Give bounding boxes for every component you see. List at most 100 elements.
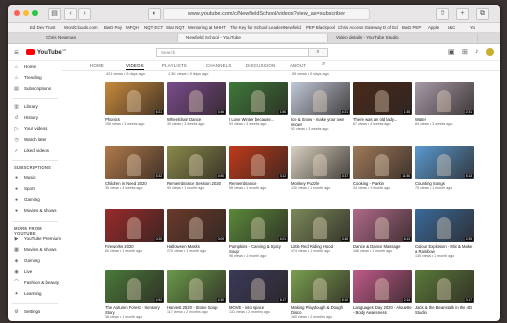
video-thumbnail[interactable]: 3:12 [229, 146, 288, 179]
tab-discussion[interactable]: DISCUSSION [246, 63, 275, 68]
tab-channels[interactable]: CHANNELS [206, 63, 232, 68]
sidebar-item-your-videos[interactable]: ▷ Your videos [14, 125, 48, 133]
minimize-window-button[interactable] [23, 10, 29, 16]
close-window-button[interactable] [14, 10, 20, 16]
video-thumbnail[interactable]: 0:20 [105, 209, 164, 242]
video-thumbnail[interactable]: 1:35 [353, 82, 412, 115]
avatar[interactable] [486, 48, 494, 56]
sidebar-item-sport[interactable]: ● Sport [14, 185, 35, 193]
video-card[interactable]: 3:09 Halloween Masks 270 views • 1 month a… [167, 209, 226, 254]
sidebar-item-movies-shows[interactable]: ● Movies & shows [14, 207, 57, 215]
video-title[interactable]: Pumpkins - Carving & Spicy Soup [229, 244, 288, 254]
sidebar-item-live[interactable]: ◉ Live [14, 268, 32, 276]
youtube-logo-icon[interactable] [26, 49, 35, 55]
sidebar-toggle-icon[interactable]: ▤ [48, 8, 61, 20]
sidebar-item-settings[interactable]: ⚙ Settings [14, 308, 40, 316]
sidebar-item-library[interactable]: ▥ Library [14, 103, 38, 111]
video-card[interactable]: 3:17 Jack & the Beanstalk in the 4D Studi… [415, 270, 474, 315]
video-thumbnail[interactable]: 5:10 [291, 270, 350, 303]
notifications-icon[interactable]: ♪ [475, 48, 479, 55]
video-thumbnail[interactable]: 6:17 [229, 270, 288, 303]
browser-tab[interactable]: Video details - YouTube Studio [328, 34, 478, 42]
video-thumbnail[interactable]: 4:50 [167, 146, 226, 179]
new-tab-icon[interactable]: + [456, 8, 469, 20]
video-title[interactable]: The Autumn Forest - Sensory Story [105, 305, 164, 315]
privacy-shield-icon[interactable]: ◐ [148, 8, 161, 20]
tab-overview-icon[interactable]: ⧉ [476, 8, 489, 20]
video-title[interactable]: Languages Day 2020 - Alouette - Body Awa… [353, 305, 412, 315]
bookmark-item[interactable]: BwD PEP [402, 25, 421, 30]
sidebar-item-watch-later[interactable]: ◷ Watch later [14, 136, 46, 144]
video-card[interactable]: 4:21 Ice & Snow - make your own snow! 92 v… [291, 82, 350, 132]
bookmark-item[interactable]: NQT ECT [144, 25, 163, 30]
video-card[interactable]: 3:37 Monkey Puzzle 130 views • 1 month ago [291, 146, 350, 191]
video-card[interactable]: 6:21 Phonics 155 views • 3 weeks ago [105, 82, 164, 127]
tab-about[interactable]: ABOUT [290, 63, 306, 68]
video-thumbnail[interactable]: 5:32 [105, 146, 164, 179]
forward-icon[interactable]: › [78, 8, 91, 20]
channel-search-icon[interactable]: ⌕ [322, 61, 326, 68]
video-thumbnail[interactable]: 4:01 [229, 209, 288, 242]
sidebar-item-history[interactable]: ↺ History [14, 114, 38, 122]
video-title[interactable]: Colour Explosion - Mix & Make a Rainbow [415, 244, 474, 254]
video-card[interactable]: 6:17 MOVE - into space 131 views • 2 month… [229, 270, 288, 315]
video-card[interactable]: 3:46 Wheelchair Dance 30 views • 3 weeks a… [167, 82, 226, 127]
sidebar-item-music[interactable]: ● Music [14, 174, 36, 182]
bookmark-item[interactable]: BwD Pay [104, 25, 122, 30]
video-thumbnail[interactable]: 3:46 [167, 82, 226, 115]
video-thumbnail[interactable]: 2:35 [415, 209, 474, 242]
apps-icon[interactable]: ⊞ [462, 48, 468, 56]
sidebar-item-gaming-more[interactable]: ◈ Gaming [14, 257, 40, 265]
sidebar-item-movies-shows-more[interactable]: ▦ Movies & shows [14, 246, 56, 254]
sidebar-item-home[interactable]: ⌂ Home [14, 63, 36, 71]
video-thumbnail[interactable]: 4:30 [167, 270, 226, 303]
video-thumbnail[interactable]: 6:13 [353, 209, 412, 242]
video-card[interactable]: 2:14 Languages Day 2020 - Alouette - Body… [353, 270, 412, 315]
video-card[interactable]: 2:35 Colour Explosion - Mix & Make a Rain… [415, 209, 474, 259]
youtube-logo-text[interactable]: YouTubeGB [37, 48, 66, 56]
video-card[interactable]: 5:13 Counting Songs 75 views • 1 month ago [415, 146, 474, 191]
video-thumbnail[interactable]: 3:37 [291, 146, 350, 179]
create-video-icon[interactable]: ▣ [448, 48, 455, 56]
bookmark-item[interactable]: Ed Dev Trust [30, 25, 55, 30]
video-thumbnail[interactable]: 4:21 [291, 82, 350, 115]
search-input[interactable]: Search [156, 48, 310, 57]
bookmark-item[interactable]: PEP Blackpool [306, 25, 335, 30]
bookmark-item[interactable]: Chris Access Gateway [338, 25, 382, 30]
bookmark-item[interactable]: The Key for School Leaders [230, 25, 284, 30]
sidebar-item-liked-videos[interactable]: ✓ Liked videos [14, 147, 49, 155]
video-card[interactable]: 2:31 Water 84 views • 3 weeks ago [415, 82, 474, 127]
bookmark-item[interactable]: Yo [470, 25, 475, 30]
video-card[interactable]: 3:12 Remembrance 98 views • 1 month ago [229, 146, 288, 191]
video-thumbnail[interactable]: 4:52 [105, 270, 164, 303]
video-thumbnail[interactable]: 1:50 [229, 82, 288, 115]
sidebar-item-trending[interactable]: ♨ Trending [14, 74, 41, 82]
video-thumbnail[interactable]: 3:48 [291, 209, 350, 242]
video-title[interactable]: Making Playdough & Dough Disco [291, 305, 350, 315]
share-icon[interactable]: ⇧ [436, 8, 449, 20]
video-card[interactable]: 0:20 Fireworks 2020 80 views • 1 month ago [105, 209, 164, 254]
sidebar-item-premium[interactable]: ▶ YouTube Premium [14, 235, 61, 243]
tab-playlists[interactable]: PLAYLISTS [162, 63, 187, 68]
video-card[interactable]: 6:13 Dance & Dance Massage 166 views • 1 m… [353, 209, 412, 254]
bookmark-item[interactable]: WordClouds.com [64, 25, 98, 30]
sidebar-item-fashion-beauty[interactable]: ⌒ Fashion & beauty [14, 279, 59, 287]
video-card[interactable]: 4:50 Remembrance Session 2020 90 views • 1… [167, 146, 226, 191]
bookmark-item[interactable]: D of Ed [383, 25, 398, 30]
video-thumbnail[interactable]: 2:31 [415, 82, 474, 115]
video-card[interactable]: 3:48 Little Red Riding Hood 474 views • 1 … [291, 209, 350, 254]
sidebar-item-gaming[interactable]: ● Gaming [14, 196, 40, 204]
video-thumbnail[interactable]: 5:13 [415, 146, 474, 179]
maximize-window-button[interactable] [32, 10, 38, 16]
bookmark-item[interactable]: Mentoring at NHHT [188, 25, 226, 30]
sidebar-item-learning[interactable]: ✦ Learning [14, 290, 41, 298]
tab-home[interactable]: HOME [90, 63, 104, 68]
video-card[interactable]: 4:52 The Autumn Forest - Sensory Story 38 … [105, 270, 164, 320]
video-thumbnail[interactable]: 6:21 [105, 82, 164, 115]
video-card[interactable]: 11:56 Cooking - Parkin 34 views • 1 month … [353, 146, 412, 191]
browser-tab-active[interactable]: Newfield School - YouTube [178, 34, 328, 42]
bookmark-item[interactable]: Apple [428, 25, 439, 30]
video-title[interactable]: Ice & Snow - make your own snow! [291, 117, 350, 127]
tab-videos[interactable]: VIDEOS [126, 63, 144, 70]
video-title[interactable]: Jack & the Beanstalk in the 4D Studio [415, 305, 474, 315]
